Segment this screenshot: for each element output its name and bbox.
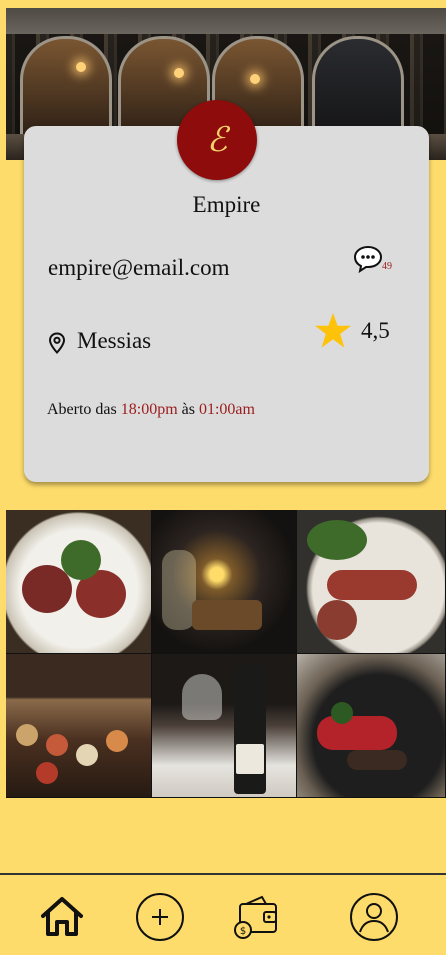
restaurant-location[interactable]: Messias bbox=[77, 328, 151, 354]
lamb-rack-photo[interactable] bbox=[6, 510, 152, 654]
hours-close: 01:00am bbox=[198, 401, 255, 418]
hours-open: 18:00pm bbox=[120, 401, 178, 418]
message-bubble-icon[interactable]: 49 bbox=[352, 244, 392, 274]
message-count: 49 bbox=[382, 261, 392, 272]
restaurant-email[interactable]: empire@email.com bbox=[48, 255, 229, 281]
add-icon[interactable] bbox=[135, 892, 185, 942]
restaurant-name: Empire bbox=[192, 192, 261, 217]
wine-bottle-photo[interactable] bbox=[152, 654, 297, 798]
profile-icon[interactable] bbox=[349, 892, 399, 942]
wallet-icon[interactable]: $ bbox=[232, 892, 282, 942]
sushi-platter-photo[interactable] bbox=[6, 654, 152, 798]
hours-prefix: Aberto das bbox=[47, 401, 121, 418]
star-icon bbox=[314, 312, 352, 350]
home-icon[interactable] bbox=[37, 892, 87, 942]
restaurant-info-card bbox=[24, 126, 429, 482]
flambe-dessert-photo[interactable] bbox=[152, 510, 297, 654]
octopus-salad-photo[interactable] bbox=[297, 510, 446, 654]
logo-letter: ℰ bbox=[206, 120, 228, 160]
hours-middle: às bbox=[177, 401, 199, 418]
photo-gallery bbox=[6, 510, 446, 798]
opening-hours: Aberto das 18:00pm às 01:00am bbox=[47, 401, 255, 419]
chocolate-dessert-photo[interactable] bbox=[297, 654, 446, 798]
svg-text:$: $ bbox=[240, 926, 246, 937]
restaurant-rating: 4,5 bbox=[361, 318, 390, 343]
location-pin-icon bbox=[48, 332, 66, 354]
bottom-navigation: $ bbox=[0, 875, 446, 955]
restaurant-logo: ℰ bbox=[177, 100, 257, 180]
